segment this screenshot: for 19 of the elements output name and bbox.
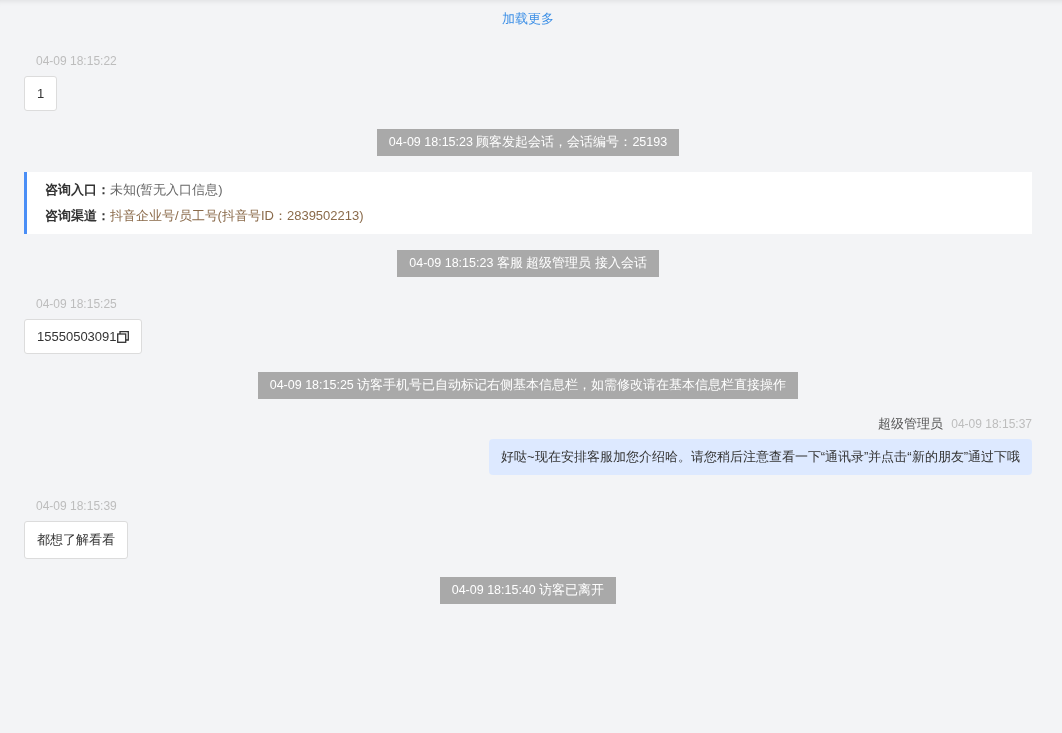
- visitor-message: 1: [24, 76, 58, 111]
- message-time: 04-09 18:15:22: [36, 54, 117, 68]
- info-value: 抖音企业号/员工号(抖音号ID：2839502213): [110, 207, 364, 225]
- system-notice: 04-09 18:15:23 客服 超级管理员 接入会话: [397, 250, 659, 277]
- info-label: 咨询渠道：: [45, 207, 110, 225]
- agent-message: 好哒~现在安排客服加您介绍哈。请您稍后注意查看一下“通讯录”并点击“新的朋友”通过下哦: [489, 439, 1032, 475]
- message-time: 04-09 18:15:39: [36, 499, 117, 513]
- info-label: 咨询入口：: [45, 181, 110, 199]
- system-notice: 04-09 18:15:40 访客已离开: [439, 577, 617, 604]
- load-more-link[interactable]: 加载更多: [502, 10, 554, 28]
- message-time: 04-09 18:15:37: [951, 417, 1032, 431]
- copy-icon[interactable]: [116, 330, 129, 343]
- visitor-message: 15550503091: [24, 319, 142, 354]
- system-notice: 04-09 18:15:23 顾客发起会话，会话编号：25193: [376, 129, 680, 156]
- message-time: 04-09 18:15:25: [36, 297, 117, 311]
- agent-name: 超级管理员: [878, 415, 944, 433]
- system-notice: 04-09 18:15:25 访客手机号已自动标记右侧基本信息栏，如需修改请在基本信息栏直接操作: [257, 372, 799, 399]
- visitor-message: 都想了解看看: [24, 521, 128, 559]
- info-value: 未知(暂无入口信息): [110, 181, 223, 199]
